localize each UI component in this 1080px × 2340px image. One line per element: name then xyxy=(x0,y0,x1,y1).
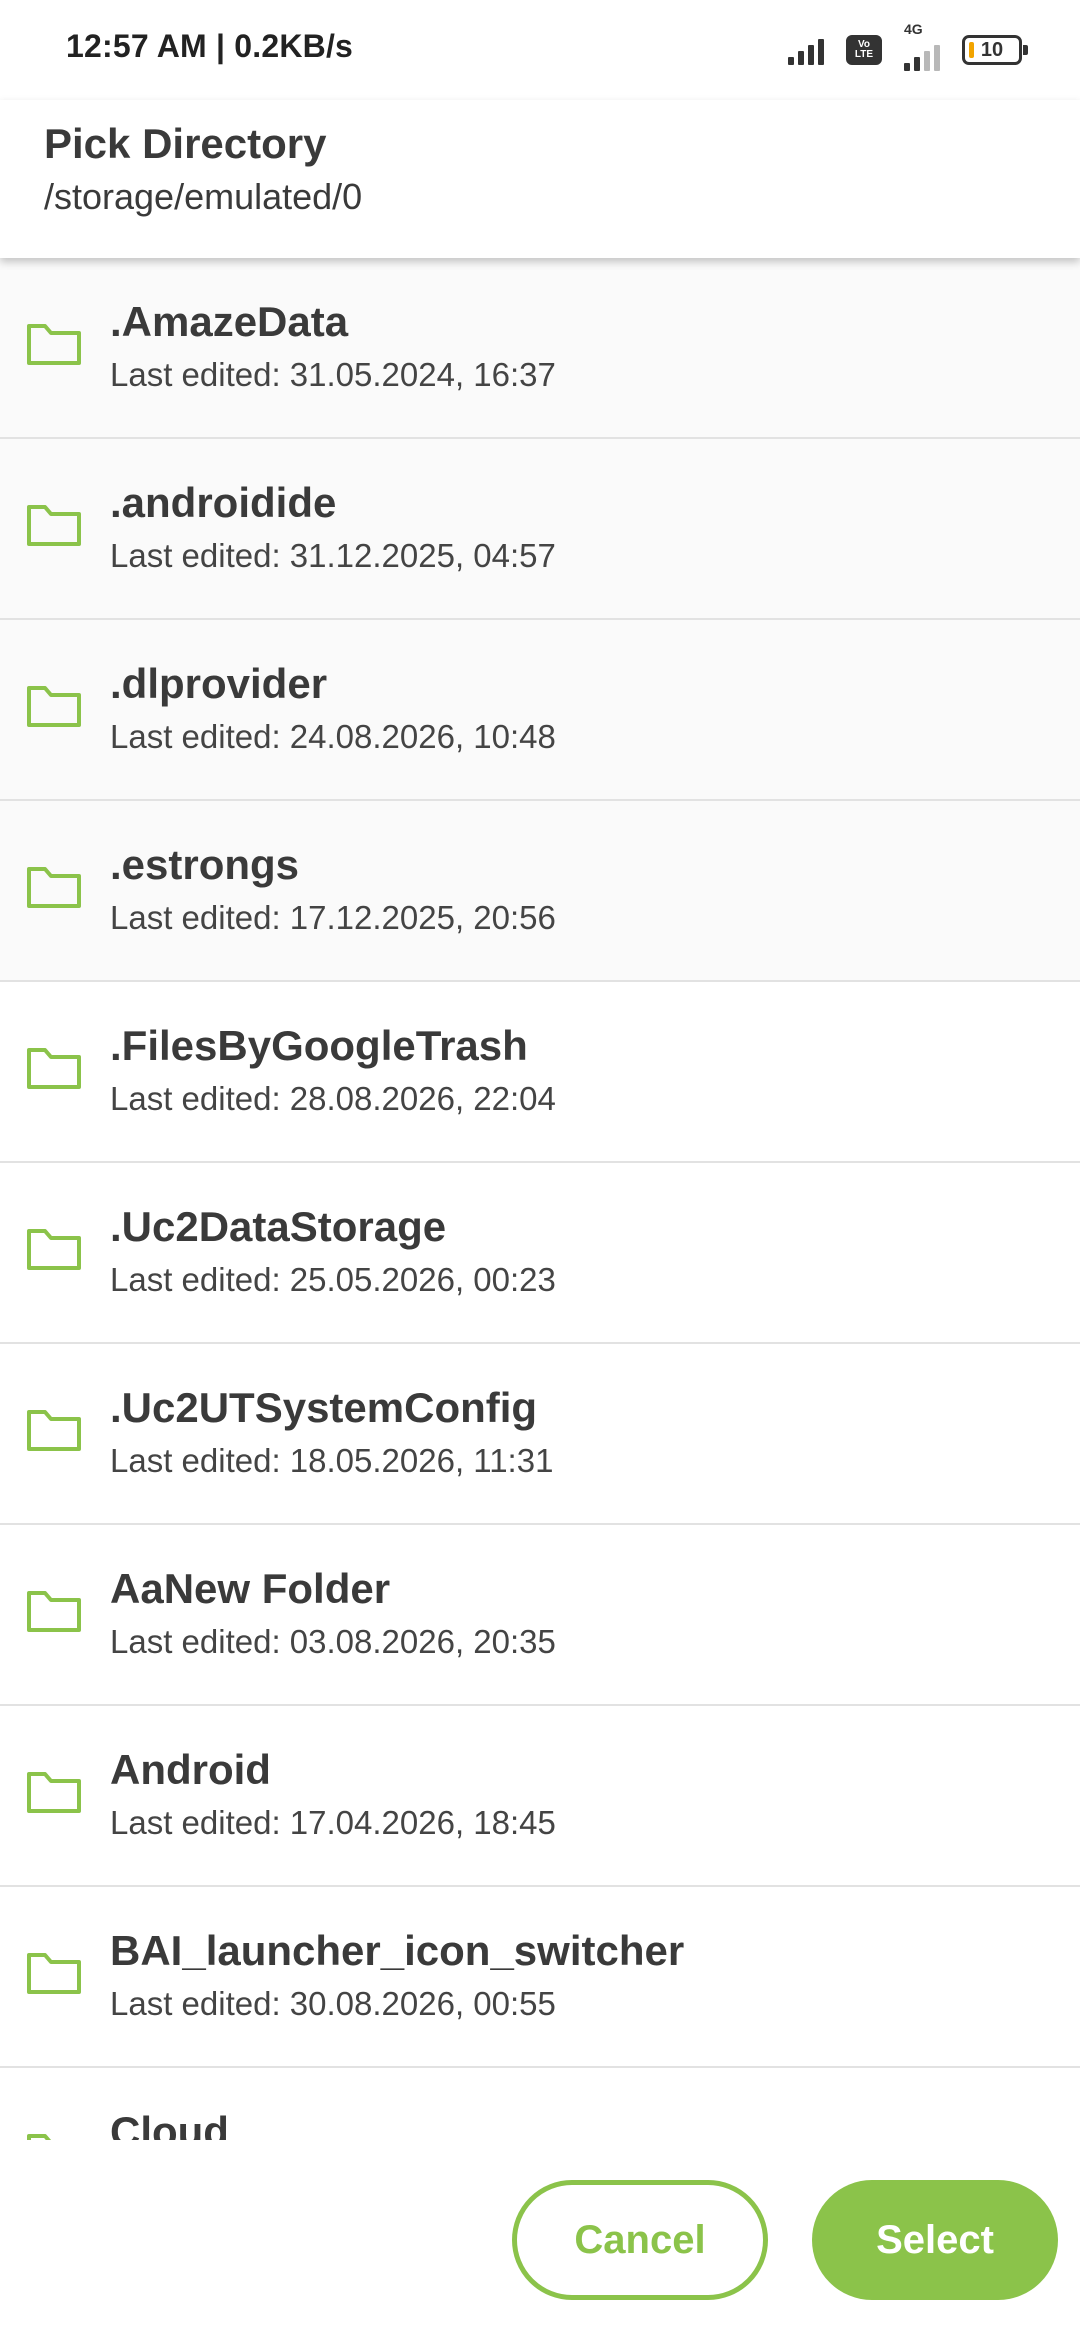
folder-icon xyxy=(27,1048,81,1089)
current-path: /storage/emulated/0 xyxy=(44,176,363,217)
volte-icon: Vo LTE xyxy=(846,35,882,65)
folder-name: .FilesByGoogleTrash xyxy=(110,1022,528,1069)
folder-last-edited: Last edited: 28.08.2026, 22:04 xyxy=(110,1080,556,1117)
folder-icon xyxy=(27,686,81,727)
folder-name: BAI_launcher_icon_switcher xyxy=(110,1927,685,1974)
list-item[interactable]: BAI_launcher_icon_switcher Last edited: … xyxy=(0,1887,1080,2068)
folder-last-edited: Last edited: 31.12.2025, 04:57 xyxy=(110,537,556,574)
status-time-speed: 12:57 AM | 0.2KB/s xyxy=(66,28,354,64)
folder-name: .Uc2DataStorage xyxy=(110,1203,447,1250)
folder-icon xyxy=(27,1229,81,1270)
folder-last-edited: Last edited: 17.04.2026, 18:45 xyxy=(110,1804,556,1841)
page-title: Pick Directory xyxy=(44,120,327,167)
network-signal-icon: 4G xyxy=(904,21,940,71)
select-button[interactable]: Select xyxy=(812,2180,1058,2300)
folder-icon xyxy=(27,2134,52,2140)
list-item[interactable]: .AmazeData Last edited: 31.05.2024, 16:3… xyxy=(0,258,1080,439)
cancel-button[interactable]: Cancel xyxy=(512,2180,768,2300)
list-item[interactable]: .estrongs Last edited: 17.12.2025, 20:56 xyxy=(0,801,1080,982)
folder-icon xyxy=(27,1410,81,1451)
status-bar: 12:57 AM | 0.2KB/s Vo LTE 4G 10 xyxy=(0,0,1080,100)
list-item[interactable]: .Uc2UTSystemConfig Last edited: 18.05.20… xyxy=(0,1344,1080,1525)
battery-level: 10 xyxy=(980,38,1004,61)
folder-name: .dlprovider xyxy=(110,660,328,707)
folder-last-edited: Last edited: 25.05.2026, 00:23 xyxy=(110,1261,556,1298)
list-item[interactable]: .dlprovider Last edited: 24.08.2026, 10:… xyxy=(0,620,1080,801)
folder-name: Cloud xyxy=(110,2108,229,2140)
folder-name: .estrongs xyxy=(110,841,300,888)
folder-icon xyxy=(27,324,81,365)
folder-icon xyxy=(27,505,81,546)
folder-last-edited: Last edited: 17.12.2025, 20:56 xyxy=(110,899,556,936)
folder-icon xyxy=(27,1772,81,1813)
list-item[interactable]: Android Last edited: 17.04.2026, 18:45 xyxy=(0,1706,1080,1887)
list-item[interactable]: .androidide Last edited: 31.12.2025, 04:… xyxy=(0,439,1080,620)
folder-icon xyxy=(27,1591,81,1632)
folder-last-edited: Last edited: 18.05.2026, 11:31 xyxy=(110,1442,554,1479)
status-icons: Vo LTE 4G 10 xyxy=(788,21,1028,72)
folder-last-edited: Last edited: 24.08.2026, 10:48 xyxy=(110,718,556,755)
dialog-footer: Cancel Select xyxy=(0,2140,1080,2340)
folder-name: .Uc2UTSystemConfig xyxy=(110,1384,538,1431)
folder-last-edited: Last edited: 31.05.2024, 16:37 xyxy=(110,356,556,393)
folder-name: AaNew Folder xyxy=(110,1565,391,1612)
folder-name: .AmazeData xyxy=(110,298,349,345)
folder-icon xyxy=(27,1953,81,1994)
folder-name: Android xyxy=(110,1746,271,1793)
folder-icon xyxy=(27,867,81,908)
folder-last-edited: Last edited: 30.08.2026, 00:55 xyxy=(110,1985,556,2022)
folder-name: .androidide xyxy=(110,479,337,526)
list-item[interactable]: AaNew Folder Last edited: 03.08.2026, 20… xyxy=(0,1525,1080,1706)
list-item[interactable]: Cloud xyxy=(0,2068,1080,2140)
signal-icon xyxy=(788,35,824,65)
list-item[interactable]: .Uc2DataStorage Last edited: 25.05.2026,… xyxy=(0,1163,1080,1344)
folder-last-edited: Last edited: 03.08.2026, 20:35 xyxy=(110,1623,556,1660)
folder-list[interactable]: .AmazeData Last edited: 31.05.2024, 16:3… xyxy=(0,258,1080,2140)
network-type-label: 4G xyxy=(904,21,923,37)
battery-icon: 10 xyxy=(962,35,1028,65)
dialog-header: Pick Directory /storage/emulated/0 xyxy=(0,100,1080,258)
list-item[interactable]: .FilesByGoogleTrash Last edited: 28.08.2… xyxy=(0,982,1080,1163)
